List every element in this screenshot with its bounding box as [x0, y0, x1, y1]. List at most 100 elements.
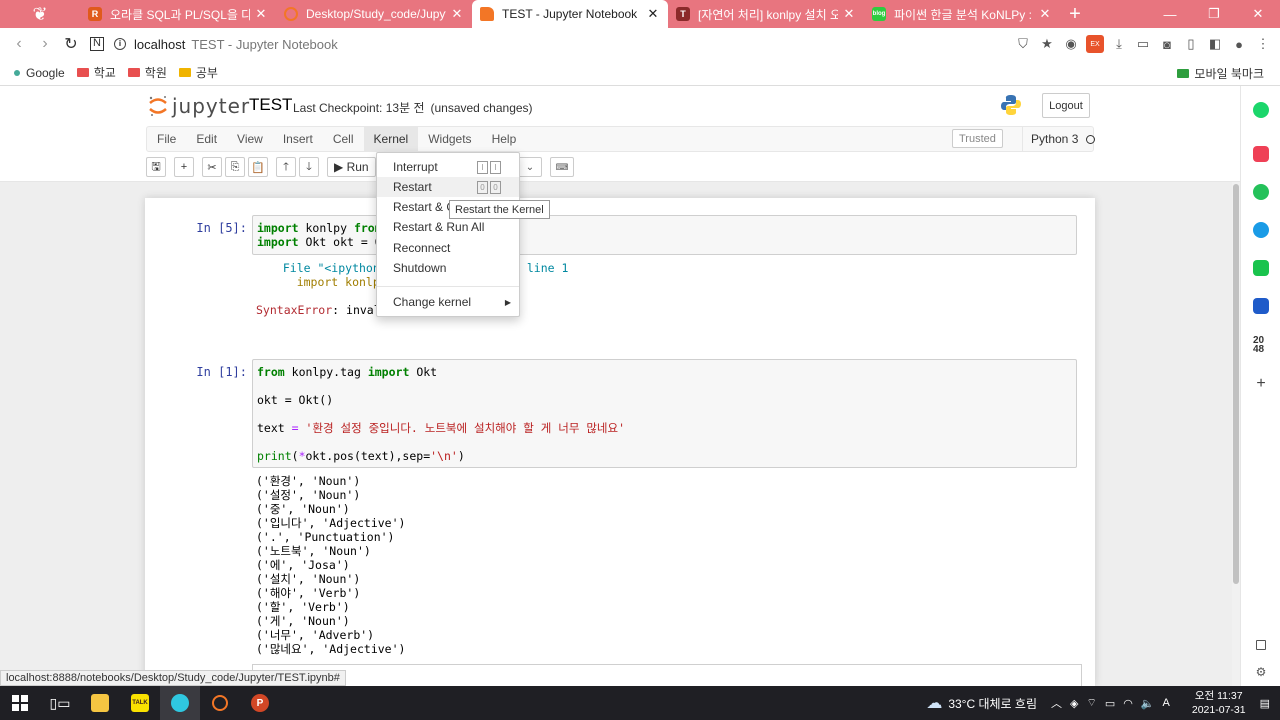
- traceback-suffix: , line 1: [513, 261, 568, 275]
- camera-icon[interactable]: ◙: [1158, 35, 1176, 53]
- new-tab-button[interactable]: +: [1060, 0, 1090, 28]
- notebook-name[interactable]: TEST: [249, 95, 292, 115]
- menu-cell[interactable]: Cell: [323, 126, 364, 152]
- start-button[interactable]: [0, 686, 40, 720]
- close-icon[interactable]: ✕: [842, 6, 856, 22]
- star-icon[interactable]: ★: [1038, 35, 1056, 53]
- shield-icon[interactable]: ⛉: [1014, 35, 1032, 53]
- menu-item-restart-run-all[interactable]: Restart & Run All: [377, 217, 519, 237]
- jupyter-logo[interactable]: jupyter: [148, 94, 250, 118]
- kakaotalk-icon[interactable]: TALK: [120, 686, 160, 720]
- move-down-icon[interactable]: 🡓: [299, 157, 319, 177]
- save-icon[interactable]: 🖫: [146, 157, 166, 177]
- run-button[interactable]: ▶ Run: [327, 157, 376, 177]
- square-icon[interactable]: [1253, 260, 1269, 276]
- code-line: text = '환경 설정 중입니다. 노트북에 설치해야 할 게 너무 많네요…: [257, 421, 626, 435]
- clock[interactable]: 오전 11:37 2021-07-31: [1192, 689, 1246, 717]
- mobile-bookmarks[interactable]: 모바일 북마크: [1177, 60, 1264, 86]
- video-icon[interactable]: ▭: [1134, 35, 1152, 53]
- tab-title: [자연어 처리] konlpy 설치 오류: [698, 7, 838, 22]
- wifi-icon[interactable]: ◠: [1123, 697, 1133, 710]
- tab-active[interactable]: TEST - Jupyter Notebook ✕: [472, 0, 668, 28]
- weather-widget[interactable]: ☁ 33°C 대체로 흐림: [926, 693, 1037, 713]
- whale-browser-icon[interactable]: [160, 686, 200, 720]
- menu-edit[interactable]: Edit: [186, 126, 227, 152]
- menu-help[interactable]: Help: [482, 126, 527, 152]
- papago-icon[interactable]: [1253, 298, 1269, 314]
- tab-1[interactable]: Desktop/Study_code/Jupyter/ ✕: [276, 0, 472, 28]
- pocket-icon[interactable]: [1253, 146, 1269, 162]
- volume-icon[interactable]: 🔈: [1141, 697, 1155, 710]
- paste-icon[interactable]: 📋: [248, 157, 268, 177]
- menu-file[interactable]: File: [147, 126, 186, 152]
- keyboard-icon[interactable]: ⌨: [550, 157, 574, 177]
- settings-icon[interactable]: ⚙: [1253, 664, 1269, 680]
- scrollbar-thumb[interactable]: [1233, 184, 1239, 584]
- task-view-icon[interactable]: ▯▭: [40, 686, 80, 720]
- reload-icon[interactable]: ↻: [58, 34, 84, 54]
- page-scrollbar[interactable]: [1232, 182, 1240, 686]
- download-icon[interactable]: ⤓: [1110, 35, 1128, 53]
- bookmark-google[interactable]: Google: [14, 66, 65, 80]
- bookmark-study[interactable]: 공부: [178, 64, 218, 81]
- next-cell[interactable]: [252, 664, 1082, 686]
- close-icon[interactable]: ✕: [646, 6, 660, 22]
- menu-widgets[interactable]: Widgets: [418, 126, 481, 152]
- menu-item-reconnect[interactable]: Reconnect: [377, 238, 519, 258]
- ime-icon[interactable]: A: [1163, 697, 1170, 709]
- move-up-icon[interactable]: 🡑: [276, 157, 296, 177]
- menu-item-shutdown[interactable]: Shutdown: [377, 258, 519, 278]
- mouse-icon[interactable]: ◉: [1062, 35, 1080, 53]
- edge-icon[interactable]: [1253, 222, 1269, 238]
- whale-icon[interactable]: [1253, 102, 1269, 118]
- file-explorer-icon[interactable]: [80, 686, 120, 720]
- network-icon[interactable]: ⌔: [1086, 696, 1096, 710]
- clock-time: 오전 11:37: [1194, 690, 1243, 702]
- menu-kernel[interactable]: Kernel: [363, 126, 419, 152]
- back-icon[interactable]: ‹: [6, 35, 32, 53]
- minimize-icon[interactable]: —: [1148, 0, 1192, 28]
- jupyter-taskbar-icon[interactable]: [200, 686, 240, 720]
- menu-item-restart[interactable]: Restart 00: [377, 177, 519, 197]
- antivirus-icon[interactable]: ◈: [1070, 697, 1078, 710]
- restore-icon[interactable]: ❐: [1192, 0, 1236, 28]
- bookmark-academy[interactable]: 학원: [127, 64, 167, 81]
- forward-icon[interactable]: ›: [32, 35, 58, 53]
- tab-3[interactable]: T [자연어 처리] konlpy 설치 오류 ✕: [668, 0, 864, 28]
- url-field[interactable]: i localhost TEST - Jupyter Notebook: [114, 37, 338, 52]
- bookmark-school[interactable]: 학교: [76, 64, 116, 81]
- code-cell-input[interactable]: from konlpy.tag import Okt okt = Okt() t…: [252, 359, 1077, 468]
- chat-icon[interactable]: [1253, 184, 1269, 200]
- tab-0[interactable]: R 오라클 SQL과 PL/SQL을 다루는 ✕: [80, 0, 276, 28]
- logout-button[interactable]: Logout: [1042, 93, 1090, 118]
- home-icon[interactable]: N: [90, 37, 104, 51]
- insert-cell-icon[interactable]: +: [174, 157, 194, 177]
- close-icon[interactable]: ✕: [1038, 6, 1052, 22]
- menu-view[interactable]: View: [227, 126, 273, 152]
- notification-icon[interactable]: ▤: [1260, 697, 1270, 710]
- add-icon[interactable]: +: [1253, 376, 1269, 392]
- battery-icon[interactable]: ▭: [1105, 697, 1115, 710]
- close-icon[interactable]: ✕: [450, 6, 464, 22]
- reader-icon[interactable]: ▯: [1182, 35, 1200, 53]
- menu-insert[interactable]: Insert: [273, 126, 323, 152]
- checkpoint-status: Last Checkpoint: 13분 전 (unsaved changes): [293, 99, 533, 116]
- sidebar-toggle-icon[interactable]: [1256, 640, 1266, 650]
- menu-item-interrupt[interactable]: Interrupt II: [377, 157, 519, 177]
- profile-icon[interactable]: ●: [1230, 35, 1248, 53]
- close-window-icon[interactable]: ✕: [1236, 0, 1280, 28]
- menu-item-change-kernel[interactable]: Change kernel ▶: [377, 292, 519, 312]
- sidebar-icon[interactable]: ◧: [1206, 35, 1224, 53]
- cut-icon[interactable]: ✂: [202, 157, 222, 177]
- extension-icon[interactable]: EX: [1086, 35, 1104, 53]
- chevron-up-icon[interactable]: ︿: [1051, 695, 1062, 711]
- address-bar: ‹ › ↻ N i localhost TEST - Jupyter Noteb…: [0, 28, 1280, 60]
- menu-icon[interactable]: ⋮: [1254, 35, 1272, 53]
- copy-icon[interactable]: ⎘: [225, 157, 245, 177]
- trusted-indicator[interactable]: Trusted: [952, 129, 1003, 148]
- tab-4[interactable]: blog 파이썬 한글 분석 KoNLPy : 네이 ✕: [864, 0, 1060, 28]
- powerpoint-icon[interactable]: P: [240, 686, 280, 720]
- cell-type-select[interactable]: ⌄: [518, 157, 542, 177]
- game-2048-icon[interactable]: 20 48: [1253, 336, 1271, 355]
- close-icon[interactable]: ✕: [254, 6, 268, 22]
